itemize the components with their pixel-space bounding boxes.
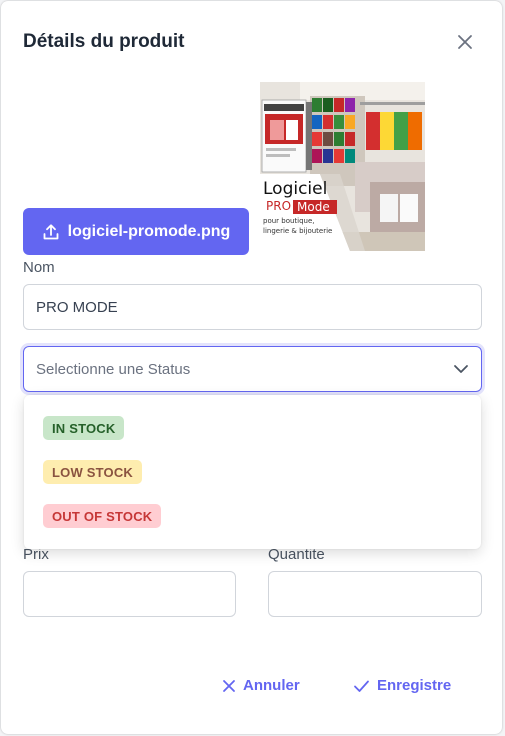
- status-select[interactable]: Selectionne une Status: [23, 346, 482, 392]
- product-image-graphic: Logiciel PRO Mode pour boutique, lingeri…: [260, 82, 425, 251]
- save-label: Enregistre: [377, 677, 452, 694]
- cancel-label: Annuler: [243, 677, 300, 694]
- chevron-down-icon: [454, 365, 468, 373]
- cancel-button[interactable]: Annuler: [222, 677, 300, 694]
- status-dropdown: IN STOCK LOW STOCK OUT OF STOCK: [24, 395, 481, 549]
- brand-line1: Logiciel: [263, 179, 327, 199]
- brand-tagline2: lingerie & bijouterie: [263, 227, 332, 235]
- product-image: Logiciel PRO Mode pour boutique, lingeri…: [260, 82, 425, 251]
- price-input[interactable]: [23, 571, 236, 617]
- brand-tagline1: pour boutique,: [263, 217, 315, 225]
- status-option-out-of-stock[interactable]: OUT OF STOCK: [43, 504, 162, 528]
- quantity-input[interactable]: [268, 571, 482, 617]
- dialog-title: Détails du produit: [23, 31, 185, 52]
- close-icon: [458, 35, 472, 49]
- status-option-low-stock[interactable]: LOW STOCK: [43, 460, 142, 484]
- product-details-dialog: Détails du produit logiciel-promode.png: [1, 1, 502, 734]
- close-button[interactable]: [453, 30, 477, 54]
- upload-filename: logiciel-promode.png: [67, 222, 231, 240]
- name-label: Nom: [23, 259, 55, 276]
- brand-pro: PRO: [266, 199, 291, 213]
- save-button[interactable]: Enregistre: [353, 677, 451, 694]
- upload-button[interactable]: logiciel-promode.png: [23, 208, 249, 255]
- close-icon: [223, 679, 235, 692]
- check-icon: [354, 680, 369, 692]
- upload-icon: [43, 223, 59, 239]
- brand-mode: Mode: [297, 200, 330, 214]
- status-placeholder: Selectionne une Status: [36, 360, 191, 378]
- status-option-in-stock[interactable]: IN STOCK: [43, 416, 125, 440]
- name-input[interactable]: [23, 284, 482, 330]
